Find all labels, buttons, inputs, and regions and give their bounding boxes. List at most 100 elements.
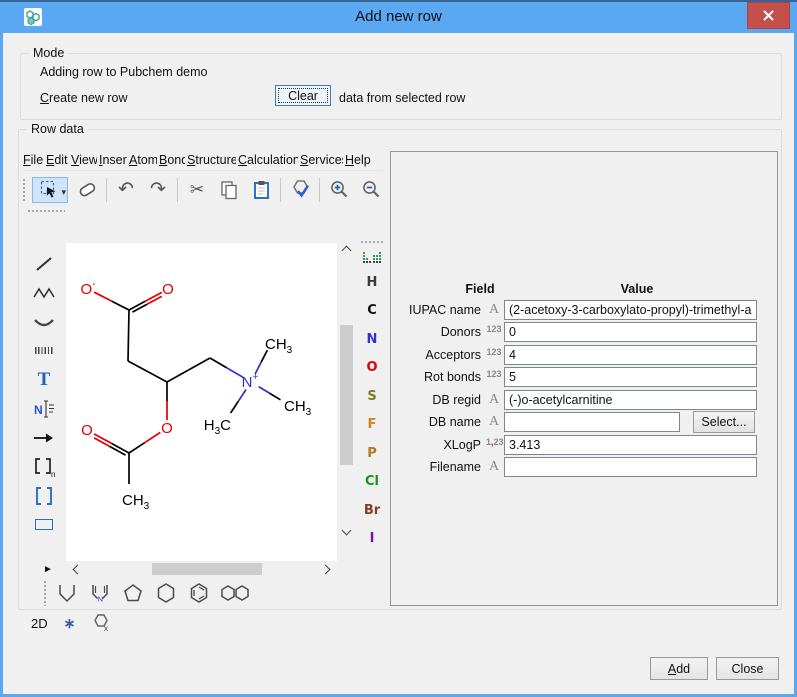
template-cyclopentadiene[interactable] [54,581,80,605]
element-button-br[interactable]: Br [359,496,385,525]
field-row-donors: Donors123 [391,322,777,343]
field-input-filename[interactable] [504,457,757,477]
canvas-vertical-scrollbar [338,243,356,540]
select-db-button[interactable]: Select... [693,411,755,433]
group-brackets-tool[interactable]: ▾ [25,481,63,510]
field-row-iupac-name: IUPAC nameA [391,300,777,321]
repeat-brackets-icon: n [32,456,56,478]
menu-help[interactable]: Help [345,153,372,167]
check-structure-button[interactable] [287,177,313,203]
element-button-f[interactable]: F [359,411,385,440]
periodic-table-button[interactable] [360,248,384,268]
close-window-button[interactable] [747,2,790,29]
toolbar-overflow-arrow-icon[interactable]: ► [43,564,53,575]
template-cyclohexane[interactable] [153,581,179,605]
brackets-icon [33,486,55,506]
editor-toolbar: ▾ ↶ ↷ ✂ [22,173,384,206]
menu-insert[interactable]: Insert [99,153,127,167]
template-fused-bicyclic[interactable] [219,581,251,605]
eraser-tool-button[interactable] [74,177,100,203]
vertical-scroll-thumb[interactable] [340,325,353,465]
element-button-s[interactable]: S [359,382,385,411]
atom-label-tool[interactable]: N [25,394,63,423]
element-button-i[interactable]: I [359,525,385,554]
clean-wedge-icon[interactable]: ∗ [64,615,76,632]
menu-structure[interactable]: Structure [187,153,236,167]
template-toolbar: N [43,580,251,606]
eraser-icon [76,180,98,200]
scroll-right-arrow[interactable] [321,565,331,575]
rectangle-tool[interactable]: ▾ [25,510,63,539]
cut-button[interactable]: ✂ [184,177,210,203]
element-button-n[interactable]: N [359,325,385,354]
template-pyrrole[interactable]: N [87,581,113,605]
field-row-xlogp: XLogP1,23 [391,435,777,456]
element-button-o[interactable]: O [359,354,385,383]
field-input-iupac-name[interactable] [504,300,757,320]
delete-template-button[interactable]: x [91,613,111,633]
field-input-db-regid[interactable] [504,390,757,410]
paste-button[interactable] [248,177,274,203]
repeat-group-tool[interactable]: n [25,452,63,481]
add-button[interactable]: Add [650,657,708,680]
copy-button[interactable] [216,177,242,203]
select-tool-button[interactable]: ▾ [32,177,68,203]
reaction-arrow-tool[interactable]: ▾ [25,423,63,452]
element-button-p[interactable]: P [359,439,385,468]
menu-calculations[interactable]: Calculations [238,153,298,167]
editor-footer: 2D ∗ x [31,613,111,633]
atom-label-icon: N [32,399,56,419]
menu-bond[interactable]: Bond [159,153,185,167]
element-button-c[interactable]: C [359,297,385,326]
field-input-db-name[interactable] [504,412,680,432]
structure-canvas[interactable]: O-ON+CH3CH3H3COOCH3 [66,243,337,561]
menu-file[interactable]: File [23,153,44,167]
toolbar-drag-handle[interactable] [22,178,26,202]
clear-button[interactable]: Clear [275,85,331,106]
arc-tool[interactable] [25,307,63,336]
element-button-cl[interactable]: Cl [359,468,385,497]
bond-tool[interactable]: ▾ [25,249,63,278]
field-row-acceptors: Acceptors123 [391,345,777,366]
field-type-icon-acceptors: 123 [486,347,502,357]
redo-button[interactable]: ↷ [145,177,171,203]
field-input-xlogp[interactable] [504,435,757,455]
dimension-mode-label[interactable]: 2D [31,616,48,631]
menu-edit[interactable]: Edit [46,153,69,167]
hexagon-x-icon: x [91,613,111,633]
menu-services[interactable]: Services [300,153,343,167]
template-cyclopentane[interactable] [120,581,146,605]
field-type-icon-db-regid: A [486,392,502,408]
marquee-select-icon [40,180,60,200]
text-tool[interactable]: T [25,365,63,394]
field-input-rot-bonds[interactable] [504,367,757,387]
menu-view[interactable]: View [71,153,97,167]
window-title: Add new row [0,8,797,25]
undo-button[interactable]: ↶ [113,177,139,203]
toolbar-separator [106,178,107,202]
element-button-h[interactable]: H [359,268,385,297]
field-input-donors[interactable] [504,322,757,342]
toolbar-separator [280,178,281,202]
scroll-up-arrow[interactable] [342,246,352,256]
close-button[interactable]: Close [716,657,779,680]
multiple-bond-tool[interactable] [25,336,63,365]
select-tool-caret-icon[interactable]: ▾ [61,188,66,197]
row-data-groupbox: Row data File Edit View Insert Atom Bond… [18,129,782,610]
element-toolbar-drag-handle[interactable] [360,240,384,244]
scroll-left-arrow[interactable] [73,565,83,575]
scroll-down-arrow[interactable] [342,526,352,536]
zoom-in-button[interactable] [326,177,352,203]
atom-label: O [81,422,93,439]
chain-tool[interactable]: ▾ [25,278,63,307]
atom-label: N+ [242,372,259,391]
field-input-acceptors[interactable] [504,345,757,365]
field-type-icon-db-name: A [486,414,502,430]
template-toolbar-drag-handle[interactable] [43,580,47,606]
horizontal-scroll-thumb[interactable] [152,563,262,575]
text-tool-icon: T [38,370,51,389]
zoom-out-button[interactable] [358,177,384,203]
menu-atom[interactable]: Atom [129,153,157,167]
toolbar-drag-handle[interactable] [27,209,65,213]
template-benzene[interactable] [186,581,212,605]
